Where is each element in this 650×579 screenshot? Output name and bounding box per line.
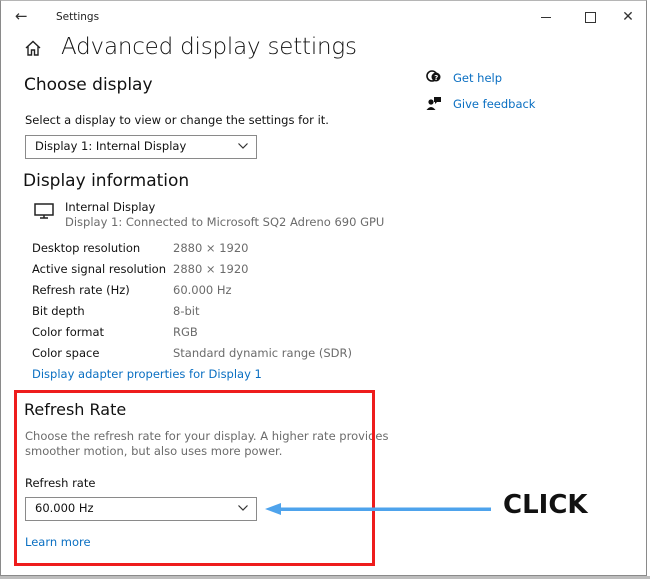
info-value: RGB bbox=[173, 325, 198, 339]
give-feedback-link[interactable]: Give feedback bbox=[453, 97, 535, 111]
display-information-heading: Display information bbox=[23, 171, 190, 191]
back-arrow-icon[interactable]: ← bbox=[15, 7, 28, 25]
info-label: Color format bbox=[32, 325, 105, 339]
info-value: 2880 × 1920 bbox=[173, 241, 249, 255]
display-select[interactable]: Display 1: Internal Display bbox=[25, 135, 257, 159]
close-icon: ✕ bbox=[622, 9, 634, 25]
page-title: Advanced display settings bbox=[61, 34, 357, 60]
maximize-icon bbox=[584, 11, 596, 23]
info-label: Bit depth bbox=[32, 304, 85, 318]
info-label: Refresh rate (Hz) bbox=[32, 283, 130, 297]
info-label: Color space bbox=[32, 346, 100, 360]
settings-window: ← Settings ✕ Advanced display settings ?… bbox=[0, 0, 647, 576]
get-help-link[interactable]: Get help bbox=[453, 71, 502, 85]
chevron-down-icon bbox=[238, 143, 248, 149]
svg-text:?: ? bbox=[434, 74, 438, 82]
click-annotation: CLICK bbox=[503, 490, 588, 520]
title-bar: ← Settings ✕ bbox=[1, 1, 646, 33]
info-value: 60.000 Hz bbox=[173, 283, 232, 297]
minimize-button[interactable] bbox=[531, 6, 561, 28]
help-chat-icon: ? bbox=[426, 70, 441, 82]
highlight-box bbox=[14, 390, 375, 566]
display-select-value: Display 1: Internal Display bbox=[35, 139, 187, 153]
close-button[interactable]: ✕ bbox=[613, 6, 643, 28]
info-value: 8-bit bbox=[173, 304, 200, 318]
display-name: Internal Display bbox=[65, 200, 156, 214]
display-connection: Display 1: Connected to Microsoft SQ2 Ad… bbox=[65, 215, 385, 229]
info-label: Desktop resolution bbox=[32, 241, 141, 255]
pointer-arrow-icon bbox=[265, 503, 491, 515]
info-label: Active signal resolution bbox=[32, 262, 166, 276]
maximize-button[interactable] bbox=[575, 6, 605, 28]
window-title: Settings bbox=[56, 11, 100, 23]
feedback-icon bbox=[426, 97, 441, 110]
minimize-icon bbox=[541, 16, 551, 18]
choose-display-heading: Choose display bbox=[24, 75, 153, 95]
info-value: 2880 × 1920 bbox=[173, 262, 249, 276]
info-value: Standard dynamic range (SDR) bbox=[173, 346, 353, 360]
choose-display-description: Select a display to view or change the s… bbox=[25, 113, 329, 127]
home-icon[interactable] bbox=[24, 39, 42, 57]
monitor-icon bbox=[34, 203, 54, 219]
display-adapter-link[interactable]: Display adapter properties for Display 1 bbox=[32, 367, 262, 381]
